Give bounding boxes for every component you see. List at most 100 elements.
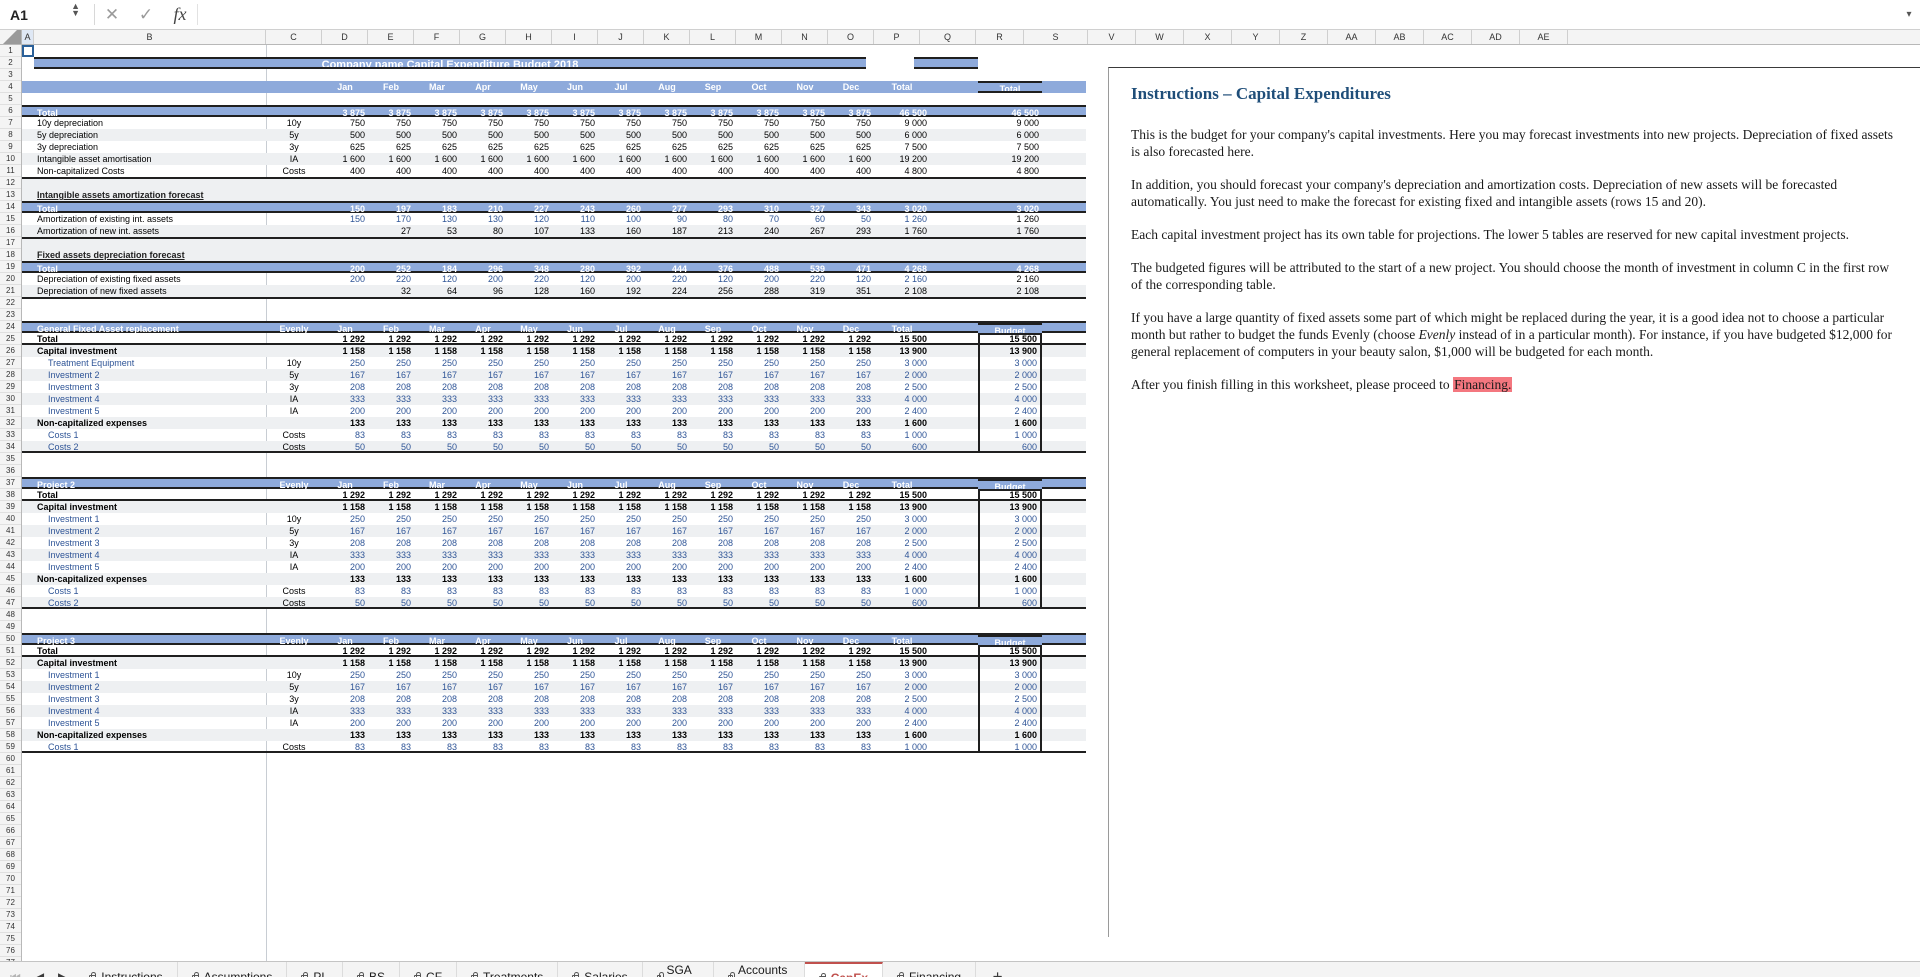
cell-month-1[interactable] <box>322 909 368 921</box>
row-header-38[interactable]: 38 <box>0 489 21 501</box>
row-header-60[interactable]: 60 <box>0 753 21 765</box>
cell-month-11[interactable] <box>782 909 828 921</box>
cell-gap[interactable] <box>930 921 978 933</box>
cell-A[interactable] <box>22 621 34 633</box>
cell-month-4[interactable]: 96 <box>460 285 506 297</box>
cell-month-12[interactable]: 208 <box>828 381 874 393</box>
cell-budget[interactable] <box>978 765 1042 777</box>
cell-month-6[interactable] <box>552 753 598 765</box>
cell-budget[interactable] <box>978 777 1042 789</box>
cell-month-7[interactable] <box>598 861 644 873</box>
cell-A[interactable] <box>22 789 34 801</box>
cell-budget[interactable]: 3 000 <box>978 357 1042 369</box>
cell-month-3[interactable]: 625 <box>414 141 460 153</box>
cell-B[interactable]: Depreciation of existing fixed assets <box>34 273 266 285</box>
cell-total[interactable]: 15 500 <box>874 645 930 657</box>
cell-month-3[interactable]: 400 <box>414 165 460 177</box>
cell-month-8[interactable]: 750 <box>644 117 690 129</box>
cell-C[interactable] <box>266 69 322 81</box>
row-header-54[interactable]: 54 <box>0 681 21 693</box>
cell-budget[interactable]: 2 000 <box>978 681 1042 693</box>
cell-A[interactable] <box>22 225 34 237</box>
cell-month-3[interactable]: 83 <box>414 741 460 753</box>
cell-month-6[interactable] <box>552 837 598 849</box>
cell-month-9[interactable]: 50 <box>690 441 736 453</box>
cell-month-1[interactable] <box>322 753 368 765</box>
month-header-Mar[interactable]: Mar <box>414 81 460 93</box>
cell-month-2[interactable] <box>368 465 414 477</box>
month-header-Jan[interactable]: Jan <box>322 81 368 93</box>
cell-month-12[interactable]: 333 <box>828 549 874 561</box>
cell-month-11[interactable]: 750 <box>782 117 828 129</box>
cell-gap[interactable] <box>930 189 978 201</box>
cell-month-8[interactable]: 1 158 <box>644 345 690 357</box>
cell-month-1[interactable]: 1 292 <box>322 645 368 657</box>
month-header-Jul[interactable]: Jul <box>598 81 644 93</box>
cell-month-8[interactable]: 208 <box>644 693 690 705</box>
cell-month-6[interactable] <box>552 933 598 945</box>
cell-month-3[interactable]: 133 <box>414 573 460 585</box>
cell-total[interactable]: 15 500 <box>874 489 930 501</box>
cell-B[interactable]: 10y depreciation <box>34 117 266 129</box>
cell-budget[interactable] <box>978 813 1042 825</box>
cell-month-11[interactable]: 625 <box>782 141 828 153</box>
cell-C[interactable] <box>266 273 322 285</box>
cell-month-1[interactable]: 50 <box>322 441 368 453</box>
cell-month-5[interactable]: 1 158 <box>506 657 552 669</box>
cell-month-6[interactable] <box>552 825 598 837</box>
cell-month-6[interactable]: 208 <box>552 381 598 393</box>
cell-month-12[interactable] <box>828 777 874 789</box>
cell-C[interactable] <box>266 621 322 633</box>
cell-month-4[interactable]: 1 158 <box>460 345 506 357</box>
cell-month-2[interactable]: 1 292 <box>368 489 414 501</box>
cell-budget[interactable] <box>978 885 1042 897</box>
cell-total[interactable] <box>874 909 930 921</box>
cell-total[interactable] <box>874 885 930 897</box>
cell-B[interactable]: Investment 5 <box>34 405 266 417</box>
cell-month-12[interactable]: 625 <box>828 141 874 153</box>
cell-month-6[interactable]: 160 <box>552 285 598 297</box>
cell-month-4[interactable]: 167 <box>460 681 506 693</box>
cell-month-11[interactable]: 1 292 <box>782 645 828 657</box>
cell-budget[interactable]: 1 260 <box>978 213 1042 225</box>
cell-month-5[interactable] <box>506 609 552 621</box>
cell-month-3[interactable]: 750 <box>414 117 460 129</box>
cell-gap[interactable] <box>930 825 978 837</box>
cell-budget[interactable]: 15 500 <box>978 645 1042 657</box>
cell-gap[interactable] <box>930 357 978 369</box>
cell-month-3[interactable]: 130 <box>414 213 460 225</box>
cell-month-9[interactable]: 167 <box>690 681 736 693</box>
cell-total[interactable] <box>874 765 930 777</box>
cell-month-4[interactable]: 1 158 <box>460 657 506 669</box>
cell-month-7[interactable]: 167 <box>598 525 644 537</box>
cell-B[interactable]: Total <box>34 645 266 657</box>
cell-B[interactable]: Treatment Equipment <box>34 357 266 369</box>
cell-month-11[interactable] <box>782 933 828 945</box>
cell-month-2[interactable]: 250 <box>368 669 414 681</box>
column-header-C[interactable]: C <box>266 30 322 44</box>
cell-gap[interactable] <box>930 585 978 597</box>
cell-month-9[interactable] <box>690 789 736 801</box>
cell-budget[interactable] <box>978 861 1042 873</box>
cell-month-7[interactable]: 750 <box>598 117 644 129</box>
cell-gap[interactable] <box>930 537 978 549</box>
cell-budget[interactable]: 3 000 <box>978 669 1042 681</box>
cell-month-2[interactable] <box>368 453 414 465</box>
cell-month-3[interactable]: 200 <box>414 405 460 417</box>
cell-month-10[interactable]: 333 <box>736 393 782 405</box>
cell-month-11[interactable] <box>782 453 828 465</box>
column-header-A[interactable]: A <box>22 30 34 44</box>
cell-month-4[interactable] <box>460 777 506 789</box>
cell-month-10[interactable]: 333 <box>736 705 782 717</box>
cell-B[interactable] <box>34 81 266 93</box>
cell-gap[interactable] <box>930 765 978 777</box>
cell-C[interactable]: Costs <box>266 597 322 609</box>
cell-month-5[interactable]: 250 <box>506 669 552 681</box>
cell-B[interactable]: Capital investment <box>34 345 266 357</box>
cell-month-9[interactable] <box>690 801 736 813</box>
cell-month-1[interactable] <box>322 789 368 801</box>
cell-C[interactable] <box>266 933 322 945</box>
cell-A[interactable] <box>22 513 34 525</box>
cell-A[interactable] <box>22 93 34 105</box>
cell-month-3[interactable] <box>414 813 460 825</box>
